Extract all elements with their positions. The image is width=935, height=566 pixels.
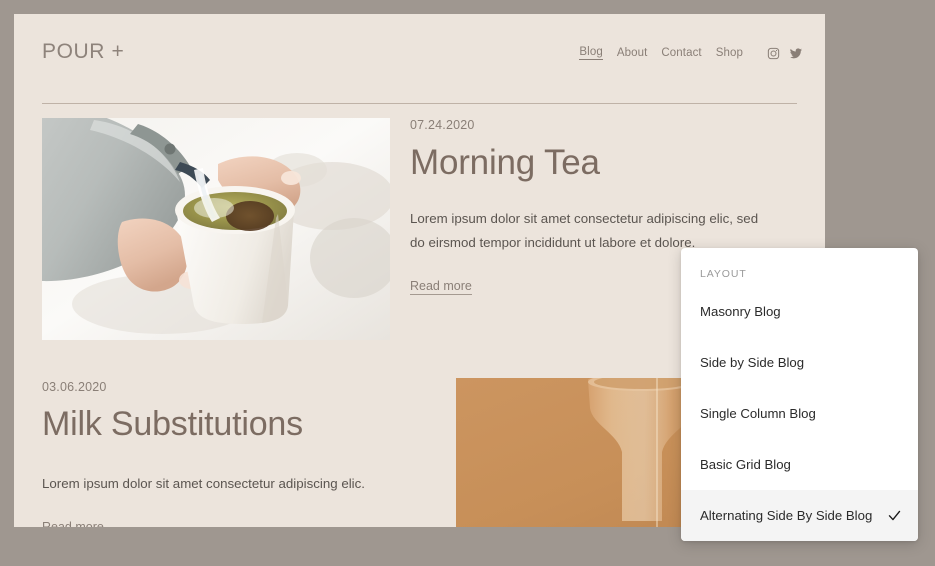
- layout-menu-item-masonry-blog[interactable]: Masonry Blog: [681, 286, 918, 337]
- nav-link-about[interactable]: About: [617, 47, 648, 59]
- layout-menu-item-basic-grid-blog[interactable]: Basic Grid Blog: [681, 439, 918, 490]
- checkmark-icon: [887, 508, 902, 523]
- post-date: 07.24.2020: [410, 118, 475, 132]
- nav-link-contact[interactable]: Contact: [661, 47, 701, 59]
- instagram-icon[interactable]: [767, 47, 780, 60]
- twitter-icon[interactable]: [789, 47, 803, 60]
- post-text-milk-substitutions: 03.06.2020 Milk Substitutions Lorem ipsu…: [42, 380, 442, 527]
- layout-menu-list: Masonry Blog Side by Side Blog Single Co…: [681, 286, 918, 541]
- layout-menu-item-single-column-blog[interactable]: Single Column Blog: [681, 388, 918, 439]
- post-date: 03.06.2020: [42, 380, 107, 394]
- header-divider: [42, 103, 797, 104]
- read-more-link[interactable]: Read more: [42, 520, 104, 527]
- nav-link-shop[interactable]: Shop: [716, 47, 743, 59]
- post-excerpt: Lorem ipsum dolor sit amet consectetur a…: [42, 476, 365, 492]
- nav-link-blog[interactable]: Blog: [579, 46, 603, 60]
- post-title: Milk Substitutions: [42, 405, 303, 443]
- layout-menu-item-side-by-side-blog[interactable]: Side by Side Blog: [681, 337, 918, 388]
- layout-dropdown-title: LAYOUT: [700, 268, 747, 280]
- post-image-morning-tea[interactable]: [42, 118, 390, 340]
- layout-menu-item-label: Alternating Side By Side Blog: [700, 508, 873, 523]
- layout-menu-item-label: Masonry Blog: [700, 304, 781, 319]
- brand-logo[interactable]: POUR +: [42, 40, 124, 64]
- site-header: POUR + Blog About Contact Shop: [14, 14, 825, 104]
- social-icon-group: [767, 47, 803, 60]
- post-title: Morning Tea: [410, 143, 600, 182]
- read-more-link[interactable]: Read more: [410, 279, 472, 296]
- layout-menu-item-label: Basic Grid Blog: [700, 457, 791, 472]
- layout-dropdown-panel: LAYOUT Masonry Blog Side by Side Blog Si…: [681, 248, 918, 541]
- primary-navigation: Blog About Contact Shop: [579, 46, 803, 60]
- layout-menu-item-label: Single Column Blog: [700, 406, 816, 421]
- layout-menu-item-alternating-side-by-side-blog[interactable]: Alternating Side By Side Blog: [681, 490, 918, 541]
- layout-menu-item-label: Side by Side Blog: [700, 355, 805, 370]
